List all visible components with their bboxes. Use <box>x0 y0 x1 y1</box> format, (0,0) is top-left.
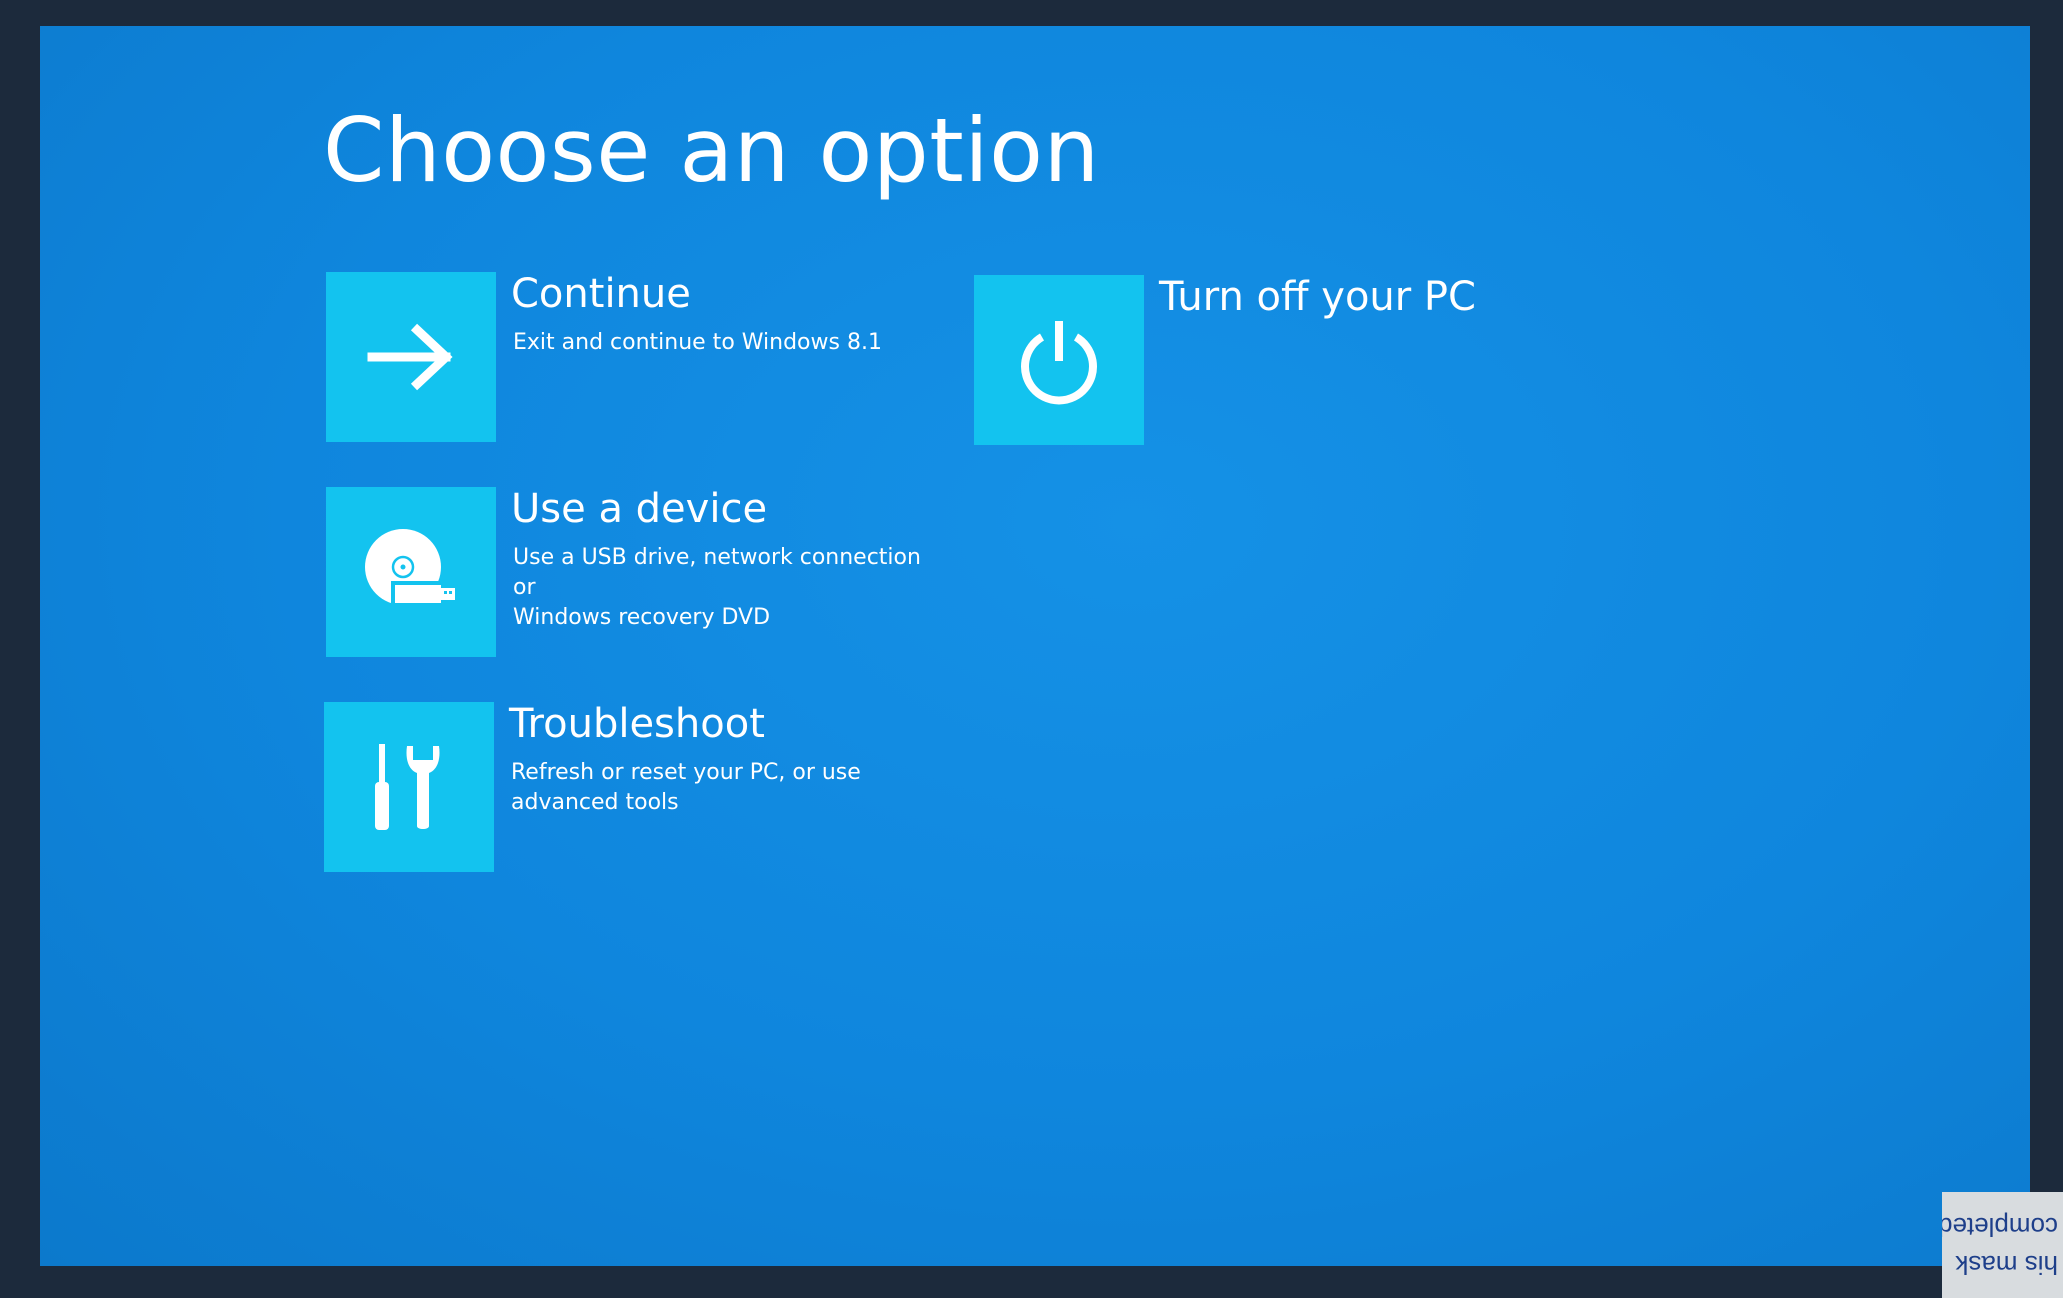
troubleshoot-description: Refresh or reset your PC, or use advance… <box>511 760 861 815</box>
page-title: Choose an option <box>323 99 1100 202</box>
use-device-label: Use a device <box>511 486 768 532</box>
continue-option[interactable]: Continue Exit and continue to Windows 8.… <box>326 272 936 444</box>
power-icon <box>1021 321 1097 405</box>
turn-off-option[interactable]: Turn off your PC <box>974 275 1594 447</box>
troubleshoot-label: Troubleshoot <box>509 701 765 747</box>
turn-off-tile[interactable] <box>974 275 1144 445</box>
continue-label: Continue <box>511 271 691 317</box>
recovery-screen: Choose an option Continue Exit and conti… <box>40 26 2030 1266</box>
paper-sticker: his mask completed <box>1942 1192 2063 1298</box>
turn-off-label: Turn off your PC <box>1159 274 1476 320</box>
arrow-right-icon <box>367 323 453 391</box>
sticker-text: his mask completed <box>1942 1212 2058 1280</box>
photo-frame: Choose an option Continue Exit and conti… <box>0 0 2063 1298</box>
use-device-option[interactable]: Use a device Use a USB drive, network co… <box>326 487 936 659</box>
tools-icon <box>375 743 440 830</box>
continue-description: Exit and continue to Windows 8.1 <box>513 330 882 355</box>
disc-usb-icon <box>365 529 455 605</box>
use-device-tile[interactable] <box>326 487 496 657</box>
troubleshoot-option[interactable]: Troubleshoot Refresh or reset your PC, o… <box>324 702 934 874</box>
troubleshoot-tile[interactable] <box>324 702 494 872</box>
use-device-description: Use a USB drive, network connection or W… <box>513 545 921 630</box>
continue-tile[interactable] <box>326 272 496 442</box>
